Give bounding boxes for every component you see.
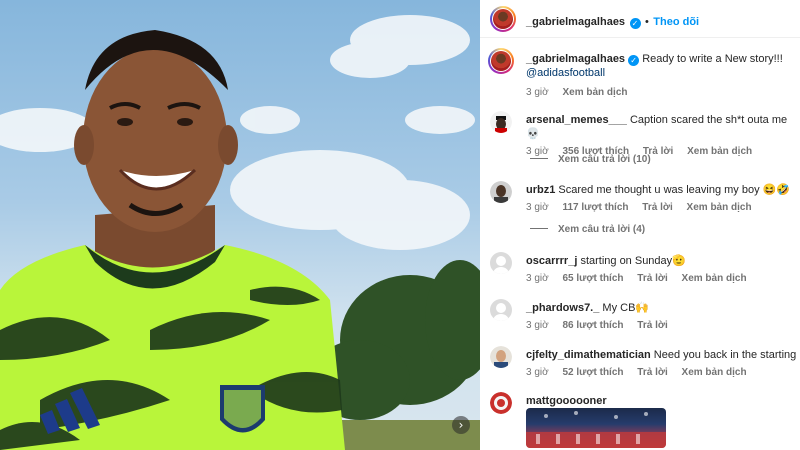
comment-text: Need you back in the starting 11 [653,349,800,361]
comment-time: 3 giờ [526,367,549,378]
avatar[interactable] [490,6,516,32]
comment-text: starting on Sunday🫡 [580,255,686,267]
comment-time: 3 giờ [526,273,549,284]
avatar[interactable] [490,346,512,368]
view-replies-label: Xem câu trả lời (4) [558,224,646,235]
post-author-username[interactable]: _gabrielmagalhaes [526,16,625,28]
likes-count[interactable]: 52 lượt thích [562,367,623,378]
avatar[interactable] [490,392,512,414]
comment-username[interactable]: urbz1 [526,184,555,196]
avatar[interactable] [490,181,512,203]
translate-button[interactable]: Xem bản dịch [687,146,752,157]
reply-button[interactable]: Trả lời [637,273,667,284]
separator-dot: • [644,16,649,28]
likes-count[interactable]: 117 lượt thích [562,202,628,213]
view-replies-button[interactable]: Xem câu trả lời (4) [530,224,645,235]
verified-check-icon: ✓ [629,18,641,29]
chevron-right-icon[interactable]: › [452,416,470,434]
reply-button[interactable]: Trả lời [637,320,667,331]
likes-count[interactable]: 65 lượt thích [562,273,623,284]
post-header: _gabrielmagalhaes ✓ • Theo dõi [480,0,800,38]
view-replies-button[interactable]: Xem câu trả lời (10) [530,154,651,165]
avatar[interactable] [490,299,512,321]
comment-username[interactable]: cjfelty_dimathematician [526,349,651,361]
translate-button[interactable]: Xem bản dịch [562,87,627,98]
avatar[interactable] [490,111,512,133]
caption-text: Ready to write a New story!!! [642,53,783,65]
view-replies-label: Xem câu trả lời (10) [558,154,651,165]
translate-button[interactable]: Xem bản dịch [682,367,747,378]
likes-count[interactable]: 86 lượt thích [562,320,623,331]
player-photo-illustration [0,15,480,450]
caption-time: 3 giờ [526,87,549,98]
replies-line [530,228,548,229]
caption-username[interactable]: _gabrielmagalhaes [526,53,625,65]
comment-username[interactable]: mattgoooooner [526,395,607,407]
comment-image [526,408,666,448]
verified-check-icon: ✓ [628,55,640,66]
comment-text: My CB🙌 [602,302,650,314]
comment-text: Scared me thought u was leaving my boy 😆… [558,184,791,196]
avatar[interactable] [488,48,514,74]
translate-button[interactable]: Xem bản dịch [682,273,747,284]
post-photo: › [0,0,480,450]
replies-line [530,158,548,159]
comments-list[interactable]: _gabrielmagalhaes ✓ Ready to write a New… [480,38,800,450]
comment-username[interactable]: arsenal_memes___ [526,114,627,126]
follow-button[interactable]: Theo dõi [653,16,699,28]
comment-time: 3 giờ [526,320,549,331]
comments-panel: _gabrielmagalhaes ✓ • Theo dõi _gabrielm… [480,0,800,450]
reply-button[interactable]: Trả lời [637,367,667,378]
reply-button[interactable]: Trả lời [642,202,672,213]
comment-username[interactable]: _phardows7._ [526,302,599,314]
caption-mention[interactable]: @adidasfootball [526,66,798,80]
avatar[interactable] [490,252,512,274]
comment-username[interactable]: oscarrrr_j [526,255,577,267]
comment-time: 3 giờ [526,202,549,213]
translate-button[interactable]: Xem bản dịch [687,202,752,213]
